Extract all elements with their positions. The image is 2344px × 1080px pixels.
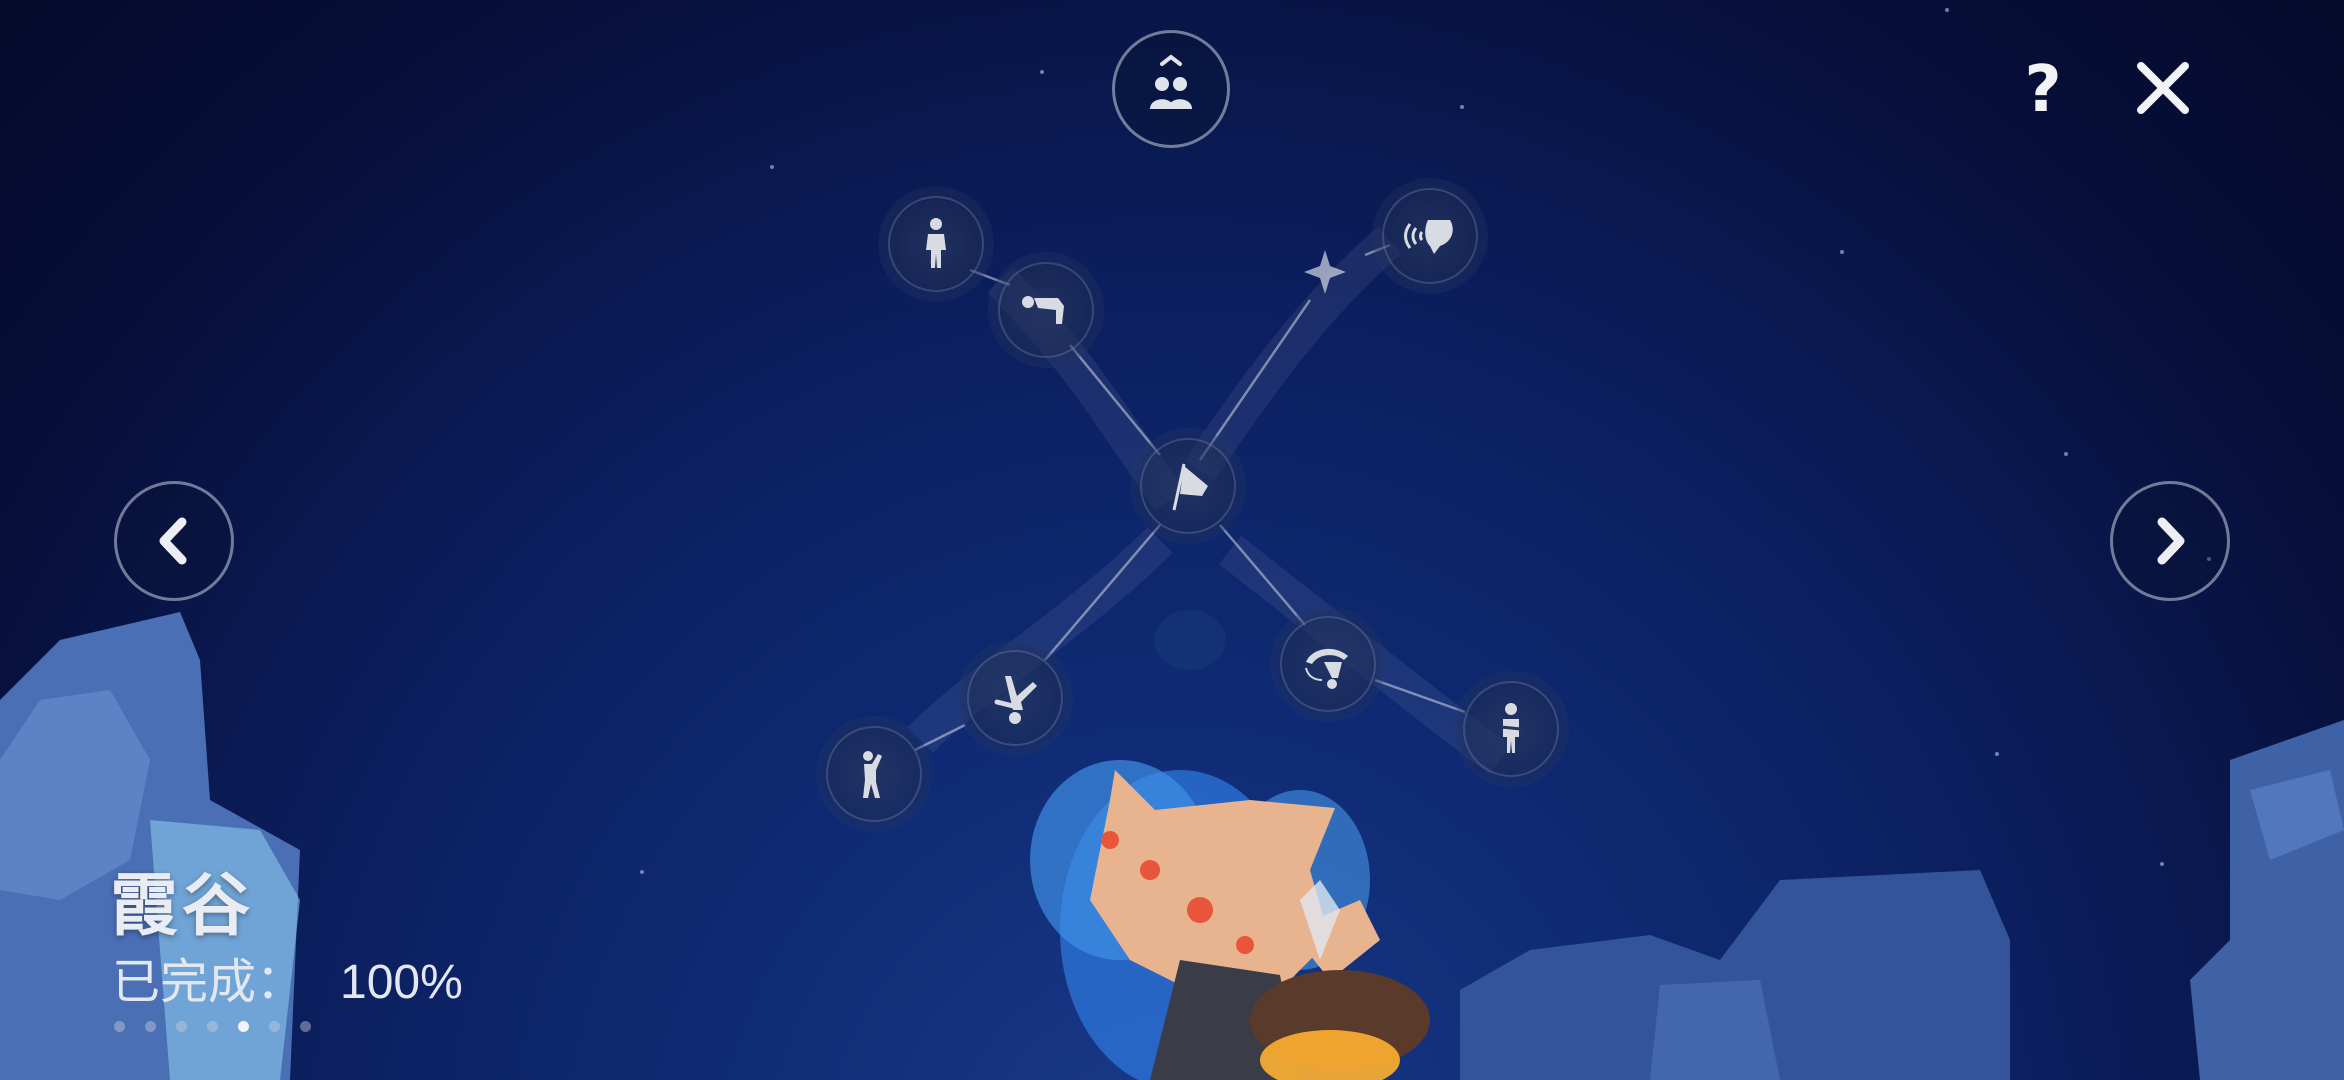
help-button[interactable]: ? xyxy=(2020,55,2066,125)
page-dot xyxy=(114,1021,125,1032)
help-icon: ? xyxy=(2024,53,2062,127)
spirit-node-backflip[interactable] xyxy=(1270,606,1386,722)
completion-label: 已完成： xyxy=(112,954,305,1010)
page-dot xyxy=(238,1021,249,1032)
spirit-node-cartwheel[interactable] xyxy=(957,640,1073,756)
bowing-figure-icon xyxy=(1022,296,1064,324)
standing-figure-icon xyxy=(926,218,946,268)
handstand-figure-icon xyxy=(994,676,1037,724)
shout-call-icon xyxy=(1404,220,1453,254)
page-dot xyxy=(300,1021,311,1032)
spirit-node-arms-crossed[interactable] xyxy=(1453,671,1569,787)
page-indicator xyxy=(114,1021,311,1032)
sparkle-icon xyxy=(1304,250,1346,294)
previous-realm-button[interactable] xyxy=(114,481,234,601)
friends-button[interactable] xyxy=(1112,30,1230,148)
spirit-node-stretch[interactable] xyxy=(816,716,932,832)
realm-title: 霞谷 xyxy=(110,866,255,946)
chevron-right-icon xyxy=(2157,517,2185,565)
spirit-node-shout[interactable] xyxy=(1372,178,1488,294)
completion-progress: 已完成： 100% xyxy=(112,942,463,1012)
page-dot xyxy=(176,1021,187,1032)
spirit-node-bow[interactable] xyxy=(988,252,1104,368)
friends-icon xyxy=(1150,54,1192,109)
next-realm-button[interactable] xyxy=(2110,481,2230,601)
page-dot xyxy=(145,1021,156,1032)
cape-flag-icon xyxy=(1172,463,1208,511)
stretching-figure-icon xyxy=(863,751,882,798)
page-dot xyxy=(207,1021,218,1032)
completion-value: 100% xyxy=(340,956,463,1009)
close-button[interactable] xyxy=(2135,60,2191,116)
spirit-node-center[interactable] xyxy=(1130,428,1246,544)
arms-crossed-figure-icon xyxy=(1500,703,1522,753)
chevron-left-icon xyxy=(159,517,187,565)
spirit-node-standing[interactable] xyxy=(878,186,994,302)
close-icon xyxy=(2137,62,2189,114)
backflip-figure-icon xyxy=(1305,648,1348,689)
page-dot xyxy=(269,1021,280,1032)
